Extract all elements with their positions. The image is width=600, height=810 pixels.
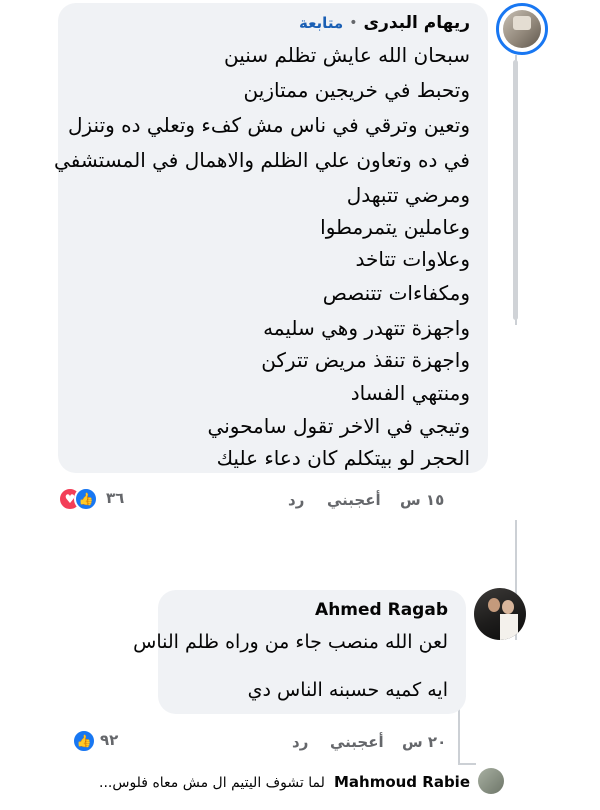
avatar[interactable] — [474, 588, 526, 640]
follow-button[interactable]: متابعة — [299, 14, 343, 32]
comment-bubble: Ahmed Ragab لعن الله منصب جاء من وراه ظل… — [133, 590, 466, 714]
comment-timestamp[interactable]: ١٥ س — [400, 491, 444, 509]
reply-button[interactable]: رد — [292, 733, 308, 751]
comment-text-line: وتعين وترقي في ناس مش كفء وتعلي ده وتنزل — [67, 113, 470, 137]
comment-bubble: ريهام البدرى • متابعة سبحان الله عايش تظ… — [54, 3, 488, 473]
like-button[interactable]: أعجبني — [330, 733, 384, 751]
comment-text-line: في ده وتعاون علي الظلم والاهمال في المست… — [54, 148, 470, 172]
reply-author[interactable]: Mahmoud Rabie — [334, 773, 470, 791]
like-icon: 👍 — [74, 487, 98, 511]
comment-text-line: وتيجي في الاخر تقول سامحوني — [207, 414, 470, 438]
reply-text: لما تشوف اليتيم ال مش معاه فلوس... — [99, 775, 325, 791]
reaction-summary[interactable]: ♥ 👍 ٣٦ — [58, 486, 148, 512]
comment-author[interactable]: Ahmed Ragab — [315, 600, 448, 620]
reaction-count: ٣٦ — [106, 489, 125, 507]
comment-text-line: ومكفاءات تتنصص — [322, 281, 470, 305]
comment-timestamp[interactable]: ٢٠ س — [402, 733, 446, 751]
reaction-count: ٩٢ — [100, 731, 119, 749]
thread-connector — [458, 763, 476, 765]
comment-text-line: لعن الله منصب جاء من وراه ظلم الناس — [133, 631, 448, 653]
comment-author[interactable]: ريهام البدرى — [364, 13, 471, 33]
comment-text-line: ومنتهي الفساد — [350, 381, 470, 405]
comment-text-line: واجهزة تتهدر وهي سليمه — [263, 316, 470, 340]
profile-photo-face — [488, 598, 500, 612]
avatar[interactable] — [496, 3, 548, 55]
profile-photo-detail — [513, 16, 531, 30]
reply-preview[interactable]: Mahmoud Rabie لما تشوف اليتيم ال مش معاه… — [60, 772, 470, 794]
profile-photo-face — [502, 600, 514, 614]
comment-text-line: وعاملين يتمرمطوا — [320, 215, 470, 239]
comment-text-line: الحجر لو بيتكلم كان دعاء عليك — [216, 446, 470, 470]
reaction-summary[interactable]: 👍 ٩٢ — [72, 728, 142, 754]
comment-text-line: وتحبط في خريجين ممتازين — [243, 78, 470, 102]
comment-text-line: ومرضي تتبهدل — [346, 183, 470, 207]
comment-text-line: ايه كميه حسبنه الناس دي — [247, 679, 448, 701]
comment-text-line: وعلاوات تتاخد — [355, 247, 470, 271]
comment-text-line: واجهزة تنقذ مريض تتركن — [261, 348, 470, 372]
reply-button[interactable]: رد — [288, 491, 304, 509]
profile-photo-body — [500, 614, 518, 640]
separator-dot: • — [349, 15, 358, 31]
scrollbar[interactable] — [513, 60, 518, 320]
avatar[interactable] — [478, 768, 504, 794]
like-button[interactable]: أعجبني — [327, 491, 381, 509]
like-icon: 👍 — [72, 729, 96, 753]
comment-text-line: سبحان الله عايش تظلم سنين — [224, 43, 470, 67]
